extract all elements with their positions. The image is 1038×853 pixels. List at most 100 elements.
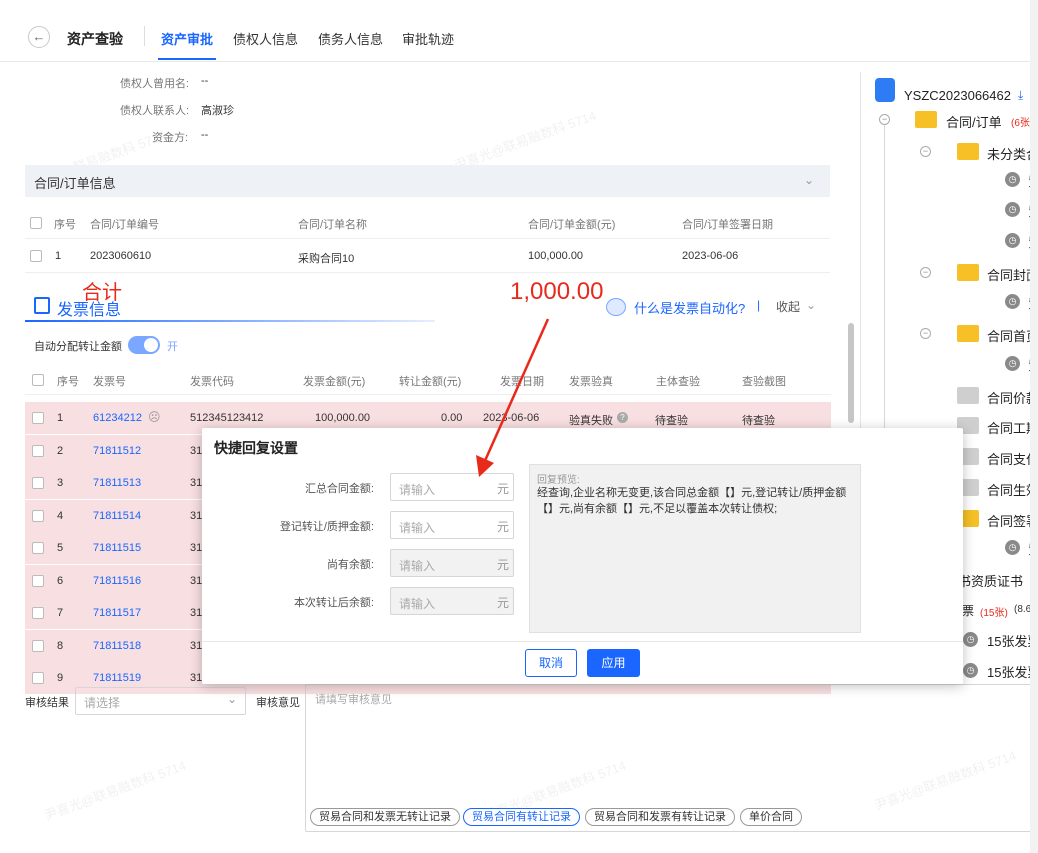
clock-icon: ◷ — [1005, 172, 1020, 187]
invoice-number-link[interactable]: 71811519 — [93, 672, 141, 684]
invoice-number-link[interactable]: 71811514 — [93, 510, 141, 522]
tab-asset-approval[interactable]: 资产审批 — [161, 29, 213, 48]
contract-section-header[interactable]: 合同/订单信息 ⌄ — [25, 165, 830, 197]
tab-creditor-info[interactable]: 债权人信息 — [233, 29, 298, 48]
invoice-code: 31 — [190, 542, 203, 554]
funder-label: 资金方: — [152, 132, 189, 144]
clock-icon: ◷ — [963, 632, 978, 647]
collapse-button[interactable]: 收起 — [776, 298, 800, 315]
tree-node-contract[interactable]: 合同/订单 — [946, 112, 1002, 131]
folder-icon — [957, 387, 979, 404]
quick-reply-chip[interactable]: 贸易合同和发票无转让记录 — [310, 808, 460, 826]
collapse-icon[interactable]: − — [879, 114, 890, 125]
former-name-label: 债权人曾用名: — [120, 78, 190, 90]
invoice-no: 1 — [57, 412, 64, 424]
tree-root-label[interactable]: YSZC2023066462 — [904, 88, 1011, 103]
annotation-arrow-icon — [476, 318, 550, 477]
window-scrollbar[interactable] — [1030, 0, 1038, 853]
contact-label: 债权人联系人: — [120, 105, 190, 117]
col-header-sortable[interactable]: 转让金额(元) — [399, 373, 461, 389]
row-checkbox[interactable] — [32, 542, 44, 554]
scrollbar-thumb[interactable] — [848, 323, 854, 423]
col-header: 发票号 — [93, 376, 126, 388]
select-all-checkbox[interactable] — [30, 217, 42, 229]
divider — [144, 26, 145, 46]
remaining-balance-input: 请输入 元 — [390, 549, 514, 577]
row-checkbox[interactable] — [32, 477, 44, 489]
tab-debtor-info[interactable]: 债务人信息 — [318, 29, 383, 48]
invoice-no: 6 — [57, 574, 64, 587]
divider — [25, 272, 830, 273]
former-name-value: -- — [201, 75, 209, 87]
cancel-button[interactable]: 取消 — [525, 649, 577, 677]
invoice-amount: 100,000.00 — [315, 412, 371, 424]
quick-reply-chip[interactable]: 贸易合同有转让记录 — [463, 808, 580, 826]
invoice-no: 7 — [57, 607, 64, 619]
divider — [202, 641, 963, 642]
col-header: 序号 — [57, 376, 79, 388]
clock-icon: ◷ — [963, 663, 978, 678]
row-checkbox[interactable] — [32, 412, 44, 424]
invoice-section-title: 发票信息 — [57, 302, 122, 319]
invoice-automation-link[interactable]: 什么是发票自动化? — [634, 298, 745, 317]
back-arrow-icon[interactable]: ← — [28, 26, 50, 48]
review-result-label: 审核结果 — [25, 697, 69, 709]
invoice-code: 31 — [190, 639, 203, 652]
clock-icon: ◷ — [1005, 356, 1020, 371]
row-checkbox[interactable] — [32, 574, 44, 587]
transfer-amount: 0.00 — [441, 412, 463, 424]
funder-value: -- — [201, 129, 209, 141]
col-header-sortable[interactable]: 查验截图 — [742, 373, 786, 389]
review-result-select[interactable]: 请选择 ⌄ — [75, 687, 246, 715]
row-checkbox[interactable] — [32, 672, 44, 684]
apply-button[interactable]: 应用 — [587, 649, 640, 677]
divider — [25, 238, 830, 239]
unit-label: 元 — [496, 520, 509, 534]
invoice-no: 4 — [57, 509, 64, 522]
tree-node-invoice[interactable]: 票 — [962, 602, 974, 619]
quick-reply-chip[interactable]: 贸易合同和发票有转让记录 — [585, 808, 735, 826]
invoice-code: 512345123412 — [190, 412, 264, 424]
collapse-icon[interactable]: − — [920, 267, 931, 278]
col-header-sortable[interactable]: 发票验真 — [569, 373, 613, 389]
invoice-number-link[interactable]: 71811518 — [93, 640, 141, 652]
page-title: 资产查验 — [67, 31, 123, 47]
collapse-icon[interactable]: − — [920, 328, 931, 339]
invoice-no: 3 — [57, 477, 64, 489]
clock-icon: ◷ — [1005, 540, 1020, 555]
row-checkbox[interactable] — [32, 444, 44, 457]
collapse-icon[interactable]: − — [920, 146, 931, 157]
tab-approval-trail[interactable]: 审批轨迹 — [402, 29, 454, 48]
folder-icon — [957, 264, 979, 281]
invoice-number-link[interactable]: 61234212 — [93, 412, 142, 424]
robot-icon — [606, 298, 626, 316]
toggle-state-text: 开 — [167, 341, 178, 353]
select-all-checkbox[interactable] — [32, 374, 44, 386]
auto-allocate-toggle[interactable] — [128, 336, 160, 354]
invoice-number-link[interactable]: 71811515 — [93, 542, 141, 554]
invoice-count: (15张) — [980, 608, 1008, 619]
col-header-sortable[interactable]: 发票金额(元) — [303, 373, 365, 389]
invoice-number-link[interactable]: 71811513 — [93, 477, 141, 489]
download-icon[interactable]: ⤓ — [1018, 88, 1023, 103]
quick-reply-chip[interactable]: 单价合同 — [740, 808, 802, 826]
field-label: 本次转让后余额: — [293, 597, 374, 609]
contract-no: 1 — [55, 250, 62, 262]
help-icon[interactable]: ? — [617, 412, 628, 423]
row-checkbox[interactable] — [32, 509, 44, 522]
col-header: 合同/订单签署日期 — [682, 219, 774, 231]
invoice-number-link[interactable]: 71811517 — [93, 607, 141, 619]
row-checkbox[interactable] — [32, 607, 44, 619]
invoice-number-link[interactable]: 71811516 — [93, 575, 141, 587]
tree-node-qualification[interactable]: 书资质证书 — [958, 571, 1023, 590]
col-header-sortable[interactable]: 主体查验 — [656, 373, 700, 389]
invoice-number-link[interactable]: 71811512 — [93, 445, 141, 457]
invoice-no: 9 — [57, 672, 64, 684]
row-checkbox[interactable] — [32, 639, 44, 652]
chevron-down-icon: ⌄ — [226, 692, 237, 706]
active-tab-indicator — [158, 58, 216, 60]
pledge-amount-input[interactable]: 请输入 元 — [390, 511, 514, 539]
zip-file-icon — [875, 78, 895, 102]
row-checkbox[interactable] — [30, 250, 42, 262]
invoice-code: 31 — [190, 607, 203, 619]
